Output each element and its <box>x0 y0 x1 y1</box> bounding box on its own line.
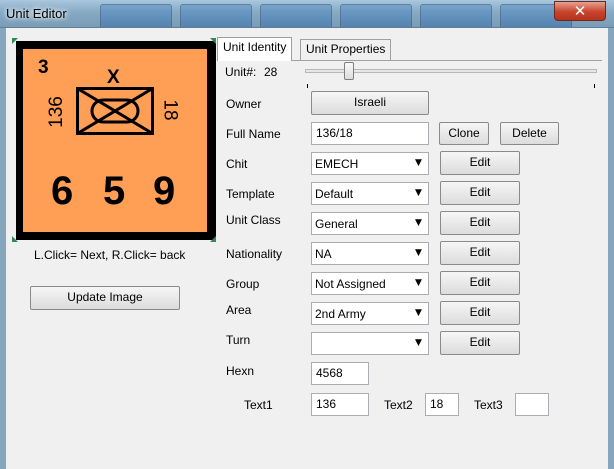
text2-input[interactable]: 18 <box>425 393 459 416</box>
counter-right-label: 18 <box>159 99 181 121</box>
chevron-down-icon[interactable]: ▼ <box>410 184 427 203</box>
group-label: Group <box>226 277 260 291</box>
counter-hint: L.Click= Next, R.Click= back <box>34 248 186 262</box>
delete-button[interactable]: Delete <box>500 122 559 145</box>
mech-infantry-symbol-icon <box>76 87 154 135</box>
turn-edit-button[interactable]: Edit <box>440 331 520 355</box>
background-taskbar-item <box>260 4 332 27</box>
counter-stat-defense: 5 <box>103 169 126 213</box>
full-name-input[interactable]: 136/18 <box>311 122 429 145</box>
area-value: 2nd Army <box>315 307 366 321</box>
turn-select[interactable]: ▼ <box>311 332 429 355</box>
nationality-edit-button[interactable]: Edit <box>440 241 520 265</box>
chit-label: Chit <box>226 157 248 171</box>
unit-number-label: Unit#: <box>225 65 257 79</box>
nationality-label: Nationality <box>226 247 283 261</box>
chit-value: EMECH <box>315 157 359 171</box>
chevron-down-icon[interactable]: ▼ <box>410 244 427 263</box>
template-edit-button[interactable]: Edit <box>440 181 520 205</box>
counter-stat-attack: 6 <box>51 169 74 213</box>
title-bar <box>0 0 614 28</box>
template-value: Default <box>315 187 354 201</box>
counter-left-label: 136 <box>45 96 67 128</box>
close-button[interactable]: ✕ <box>554 1 606 21</box>
area-label: Area <box>226 303 252 317</box>
text1-input[interactable]: 136 <box>311 393 369 416</box>
background-taskbar-item <box>100 4 172 27</box>
chevron-down-icon[interactable]: ▼ <box>410 154 427 173</box>
background-taskbar-item <box>180 4 252 27</box>
update-image-button[interactable]: Update Image <box>30 286 180 310</box>
area-edit-button[interactable]: Edit <box>440 301 520 325</box>
group-value: Not Assigned <box>315 277 386 291</box>
background-taskbar-item <box>340 4 412 27</box>
unit-class-label: Unit Class <box>226 213 281 227</box>
corner-marker <box>12 38 18 44</box>
chit-select[interactable]: EMECH ▼ <box>311 152 429 175</box>
corner-marker <box>210 236 216 242</box>
hexn-input[interactable]: 4568 <box>311 362 369 385</box>
corner-marker <box>210 38 216 44</box>
unit-class-select[interactable]: General ▼ <box>311 212 429 235</box>
text2-label: Text2 <box>384 398 413 412</box>
background-taskbar-item <box>420 4 492 27</box>
template-select[interactable]: Default ▼ <box>311 182 429 205</box>
hexn-label: Hexn <box>226 364 255 378</box>
counter-strength: 3 <box>38 57 49 78</box>
owner-button[interactable]: Israeli <box>311 91 429 115</box>
corner-marker <box>12 236 18 242</box>
clone-button[interactable]: Clone <box>439 122 489 145</box>
counter-stat-movement: 9 <box>153 169 176 213</box>
text3-input[interactable] <box>515 393 549 416</box>
close-icon: ✕ <box>573 2 587 20</box>
owner-label: Owner <box>226 97 262 111</box>
tab-unit-properties[interactable]: Unit Properties <box>300 39 392 61</box>
template-label: Template <box>226 187 275 201</box>
tab-unit-identity[interactable]: Unit Identity <box>217 37 293 61</box>
slider-tick <box>594 84 595 88</box>
area-select[interactable]: 2nd Army ▼ <box>311 302 429 325</box>
counter-unit-size: X <box>107 67 120 88</box>
chit-edit-button[interactable]: Edit <box>440 151 520 175</box>
unit-class-edit-button[interactable]: Edit <box>440 211 520 235</box>
chevron-down-icon[interactable]: ▼ <box>410 304 427 323</box>
text3-label: Text3 <box>474 398 503 412</box>
chevron-down-icon[interactable]: ▼ <box>410 274 427 293</box>
window-title: Unit Editor <box>6 6 67 21</box>
window-frame-right <box>608 28 614 469</box>
nationality-select[interactable]: NA ▼ <box>311 242 429 265</box>
unit-class-value: General <box>315 217 358 231</box>
text1-label: Text1 <box>244 398 273 412</box>
chevron-down-icon[interactable]: ▼ <box>410 214 427 233</box>
group-select[interactable]: Not Assigned ▼ <box>311 272 429 295</box>
chevron-down-icon[interactable]: ▼ <box>410 334 427 353</box>
unit-number-value: 28 <box>264 65 278 79</box>
unit-counter: 3 X 136 18 6 5 9 <box>23 49 207 232</box>
full-name-label: Full Name <box>226 127 281 141</box>
turn-label: Turn <box>226 333 251 347</box>
unit-slider-thumb[interactable] <box>344 62 354 80</box>
nationality-value: NA <box>315 247 332 261</box>
slider-tick <box>307 84 308 88</box>
group-edit-button[interactable]: Edit <box>440 271 520 295</box>
